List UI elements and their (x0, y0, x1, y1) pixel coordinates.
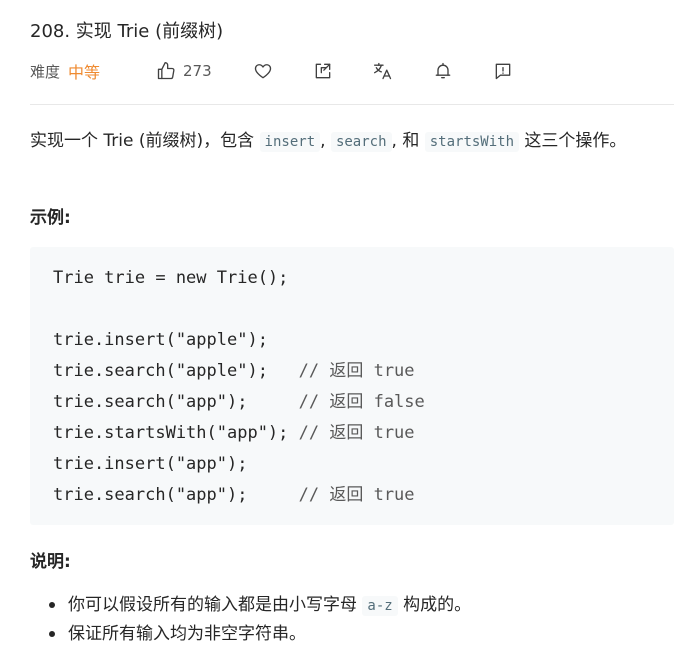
code-line: trie.search("app"); // 返回 false (53, 392, 425, 412)
code-line: trie.search("apple"); // 返回 true (53, 361, 415, 381)
like-count: 273 (183, 62, 212, 80)
code-comment: // 返回 true (298, 361, 415, 381)
difficulty-label: 难度 (30, 62, 61, 81)
share-icon (315, 63, 331, 79)
feedback-icon (495, 63, 511, 80)
description-suffix: 这三个操作。 (519, 131, 627, 151)
header-divider (30, 104, 674, 105)
translate-button[interactable] (373, 57, 393, 85)
bullet-icon (49, 602, 55, 608)
inline-code-search: search (330, 132, 392, 152)
inline-code-startswith: startsWith (424, 132, 520, 152)
list-item: 你可以假设所有的输入都是由小写字母 a-z 构成的。 (49, 591, 668, 620)
inline-code-insert: insert (259, 132, 321, 152)
difficulty-badge: 中等 (68, 63, 101, 82)
share-button[interactable] (313, 57, 333, 85)
thumbs-up-icon (157, 62, 175, 80)
bullet-icon (49, 631, 55, 637)
feedback-button[interactable] (493, 57, 513, 85)
code-line: trie.startsWith("app"); // 返回 true (53, 423, 415, 443)
problem-meta-bar: 难度 中等 273 (30, 57, 674, 85)
code-line: Trie trie = new Trie(); (53, 268, 289, 288)
example-heading: 示例: (30, 208, 71, 228)
note-heading: 说明: (30, 552, 71, 572)
description-separator: , 和 (391, 131, 425, 151)
code-line: trie.search("app"); // 返回 true (53, 485, 415, 505)
inline-code-a-z: a-z (362, 596, 398, 616)
translate-icon (374, 62, 392, 80)
list-item: 保证所有输入均为非空字符串。 (49, 620, 668, 648)
favorite-button[interactable] (253, 57, 273, 85)
description-separator: , (320, 131, 331, 151)
problem-description: 实现一个 Trie (前缀树)，包含 insert, search, 和 sta… (30, 127, 674, 156)
code-comment: // 返回 false (298, 392, 425, 412)
notes-list: 你可以假设所有的输入都是由小写字母 a-z 构成的。 保证所有输入均为非空字符串… (49, 591, 668, 648)
code-comment: // 返回 true (298, 485, 415, 505)
code-comment: // 返回 true (298, 423, 415, 443)
heart-icon (254, 64, 272, 79)
code-line: trie.insert("apple"); (53, 330, 268, 350)
description-prefix: 实现一个 Trie (前缀树)，包含 (30, 131, 260, 151)
like-button[interactable]: 273 (156, 57, 212, 85)
problem-title: 208. 实现 Trie (前缀树) (30, 21, 224, 42)
code-line: trie.insert("app"); (53, 454, 248, 474)
example-code-block: Trie trie = new Trie(); trie.insert("app… (30, 247, 674, 525)
notification-button[interactable] (433, 57, 453, 85)
bell-icon (435, 62, 451, 79)
